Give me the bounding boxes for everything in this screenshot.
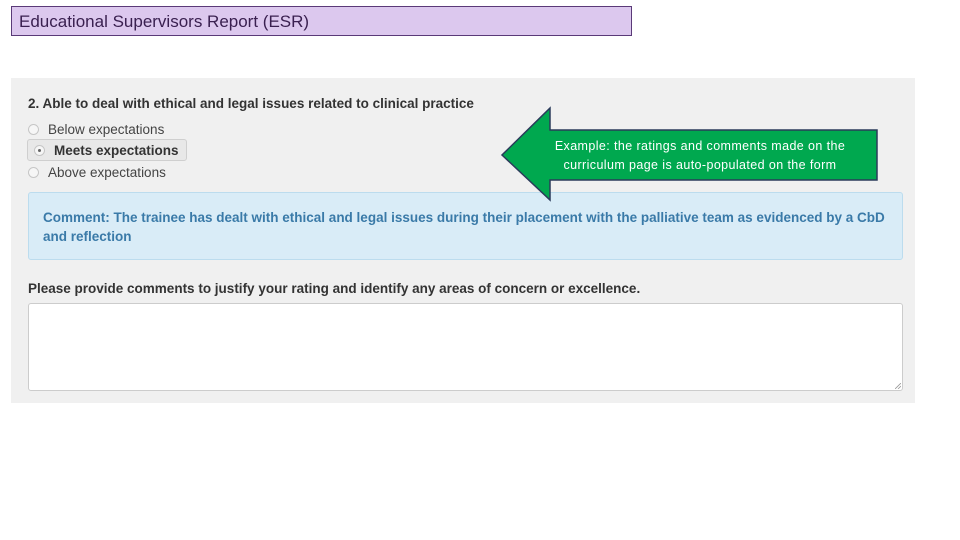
callout-text: Example: the ratings and comments made o…: [554, 139, 846, 172]
callout-arrow: [500, 106, 878, 202]
